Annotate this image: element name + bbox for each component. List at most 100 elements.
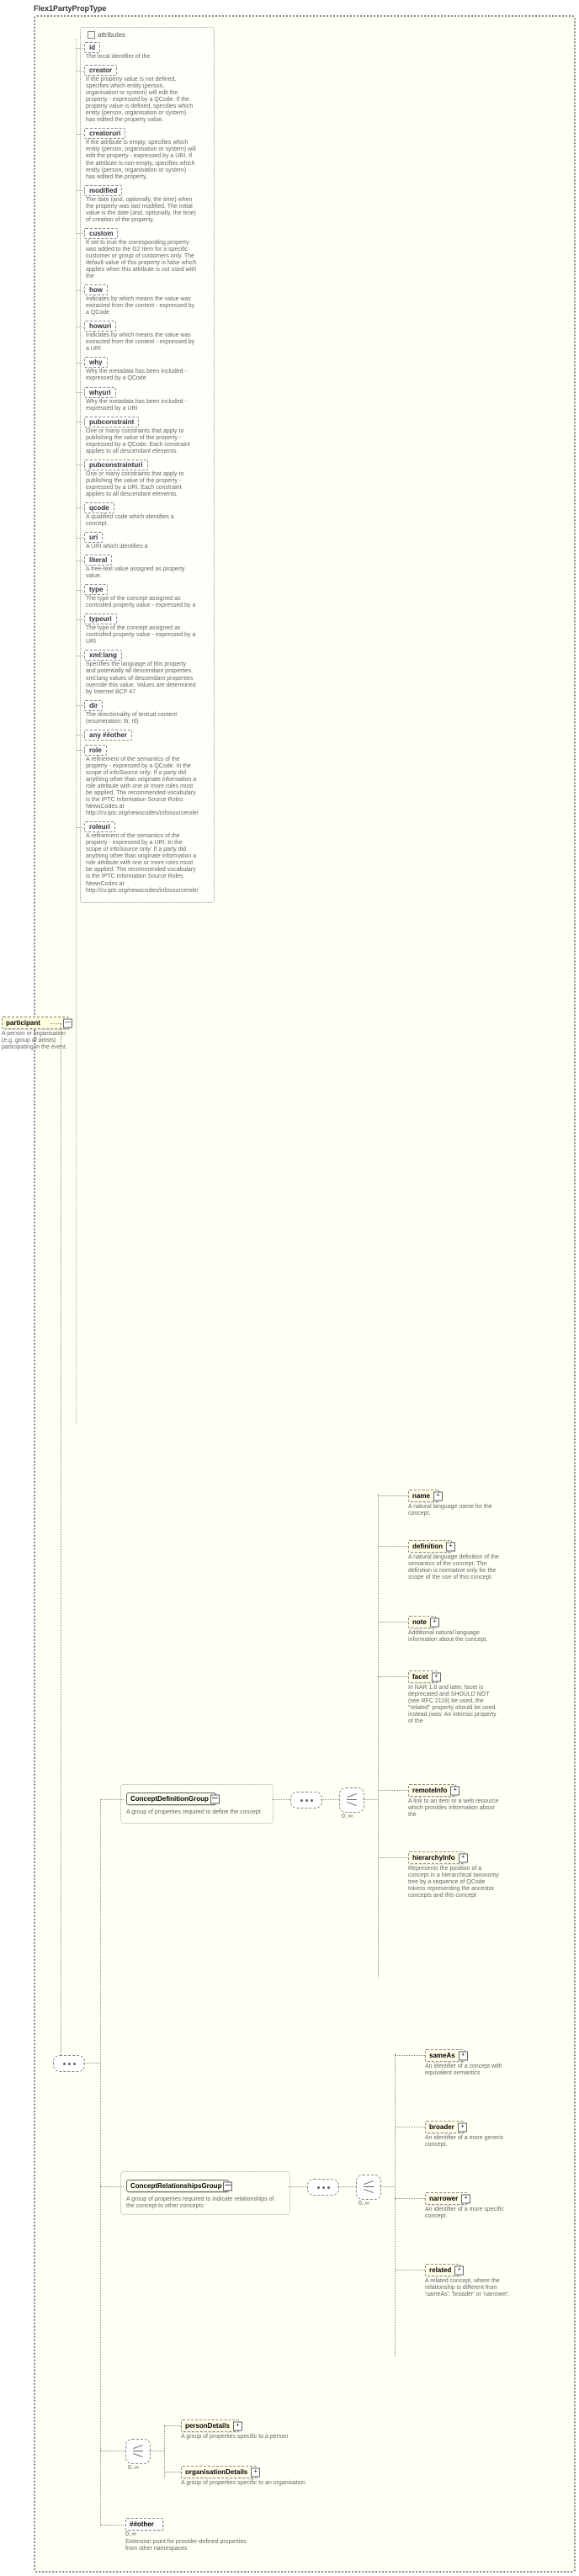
child-element[interactable]: name+ A natural language name for the co…	[408, 1490, 501, 1517]
root-element-label: participant	[6, 1019, 40, 1027]
attribute-name[interactable]: creatoruri	[84, 128, 125, 139]
occurrence: 0..∞	[342, 1814, 353, 1819]
attribute-desc: Why the metadata has been included - exp…	[86, 369, 197, 382]
attribute-name[interactable]: why	[84, 357, 108, 368]
child-element[interactable]: broader+ An identifier of a more generic…	[425, 2121, 518, 2148]
element-desc: Represents the position of a concept in …	[408, 1866, 501, 1899]
element-desc: An identifier of a concept with equivale…	[425, 2063, 518, 2077]
element-desc: A natural language definition of the sem…	[408, 1554, 501, 1581]
connector	[289, 2186, 307, 2187]
connector	[395, 2053, 396, 2356]
attribute-item: creatoruri If the attribute is empty, sp…	[84, 128, 210, 180]
group-desc: A group of properties required to indica…	[126, 2196, 278, 2210]
attribute-name[interactable]: whyuri	[84, 387, 116, 398]
attribute-name[interactable]: custom	[84, 228, 118, 239]
connector	[378, 1495, 408, 1496]
attribute-desc: Why the metadata has been included - exp…	[86, 399, 197, 412]
attribute-name[interactable]: any ##other	[84, 730, 132, 741]
connector	[321, 1799, 339, 1800]
attribute-desc: A free-text value assigned as property v…	[86, 566, 197, 580]
attribute-desc: One or many constraints that apply to pu…	[86, 428, 197, 455]
expand-icon[interactable]: +	[461, 2194, 470, 2203]
element-desc: An identifier of a more specific concept…	[425, 2207, 518, 2220]
attribute-name[interactable]: how	[84, 284, 108, 295]
collapse-icon[interactable]: —	[210, 1794, 220, 1803]
attribute-name[interactable]: role	[84, 745, 107, 756]
connector	[100, 1799, 101, 2525]
attribute-name[interactable]: type	[84, 584, 108, 595]
attribute-item: xml:lang Specifies the language of this …	[84, 650, 210, 695]
attribute-name[interactable]: dir	[84, 700, 103, 711]
element-label: narrower	[429, 2195, 458, 2202]
attribute-desc: If the property value is not defined, sp…	[86, 77, 197, 124]
attribute-desc: The type of the concept assigned as cont…	[86, 625, 197, 645]
expand-icon[interactable]: +	[251, 2467, 260, 2477]
connector	[378, 1494, 379, 1978]
attribute-name[interactable]: xml:lang	[84, 650, 122, 661]
collapse-icon[interactable]: —	[223, 2181, 232, 2191]
collapse-icon[interactable]: —	[63, 1018, 72, 1028]
expand-icon[interactable]: +	[458, 2122, 467, 2132]
element-desc: A group of properties specific to an org…	[181, 2480, 307, 2487]
child-element[interactable]: sameAs+ An identifier of a concept with …	[425, 2049, 518, 2077]
attribute-name[interactable]: pubconstrainturi	[84, 459, 148, 470]
connector	[363, 1799, 378, 1800]
type-title: Flex1PartyPropType	[34, 4, 106, 13]
connector	[378, 1857, 408, 1858]
concept-definition-group[interactable]: ConceptDefinitionGroup —	[126, 1793, 216, 1805]
expand-icon[interactable]: +	[446, 1542, 455, 1551]
attribute-desc: A URI which identifies a	[86, 544, 197, 550]
attribute-name[interactable]: modified	[84, 185, 122, 196]
child-element[interactable]: definition+ A natural language definitio…	[408, 1540, 501, 1581]
child-element[interactable]: related+ A related concept, where the re…	[425, 2264, 518, 2298]
attribute-name[interactable]: roleuri	[84, 821, 115, 832]
attribute-item: typeuri The type of the concept assigned…	[84, 613, 210, 645]
child-element[interactable]: note+ Additional natural language inform…	[408, 1616, 501, 1644]
attribute-name[interactable]: howuri	[84, 321, 116, 332]
connector	[164, 2425, 165, 2478]
attribute-name[interactable]: literal	[84, 555, 112, 566]
child-element[interactable]: remoteInfo+ A link to an item or a web r…	[408, 1784, 501, 1819]
occurrence: 0..∞	[359, 2201, 369, 2207]
expand-icon[interactable]: +	[233, 2421, 242, 2430]
attribute-name[interactable]: pubconstraint	[84, 417, 139, 428]
child-element[interactable]: narrower+ An identifier of a more specif…	[425, 2192, 518, 2220]
expand-icon[interactable]: +	[433, 1491, 443, 1500]
element-label: personDetails	[185, 2422, 230, 2430]
expand-icon[interactable]: +	[459, 2051, 468, 2060]
attribute-desc: A refinement of the semantics of the pro…	[86, 833, 197, 894]
connector	[378, 1546, 408, 1547]
child-element[interactable]: personDetails+ A group of properties spe…	[181, 2419, 307, 2441]
attribute-desc: Indicates by which means the value was e…	[86, 296, 197, 316]
attribute-desc: The local identifier of the	[86, 54, 197, 61]
expand-icon[interactable]: +	[432, 1672, 441, 1681]
attribute-name[interactable]: creator	[84, 65, 117, 76]
attribute-name[interactable]: qcode	[84, 502, 114, 513]
attribute-item: qcode A qualified code which identifies …	[84, 502, 210, 528]
attribute-desc: One or many constraints that apply to pu…	[86, 471, 197, 498]
child-element[interactable]: organisationDetails+ A group of properti…	[181, 2466, 307, 2487]
attribute-desc: Indicates by which means the value was e…	[86, 332, 197, 353]
connector	[337, 2186, 356, 2187]
expand-icon[interactable]: +	[450, 1786, 459, 1795]
attribute-name[interactable]: uri	[84, 532, 103, 543]
child-element[interactable]: hierarchyInfo+ Represents the position o…	[408, 1851, 501, 1899]
concept-relationships-group[interactable]: ConceptRelationshipsGroup —	[126, 2180, 229, 2192]
attribute-item: type The type of the concept assigned as…	[84, 584, 210, 609]
connector	[395, 2198, 425, 2199]
connector	[395, 2055, 425, 2056]
expand-icon[interactable]: +	[454, 2265, 464, 2275]
attribute-name[interactable]: typeuri	[84, 613, 117, 624]
attribute-item: literal A free-text value assigned as pr…	[84, 555, 210, 580]
attribute-desc: A qualified code which identifies a conc…	[86, 514, 197, 528]
attribute-name[interactable]: id	[84, 42, 100, 53]
element-label: related	[429, 2266, 451, 2274]
element-desc: An identifier of a more generic concept.	[425, 2135, 518, 2148]
any-other-element[interactable]: ##other 0..∞ Extension point for provide…	[125, 2518, 252, 2552]
element-label: name	[412, 1492, 430, 1500]
child-element[interactable]: facet+ In NAR 1.8 and later, facet is de…	[408, 1670, 501, 1725]
expand-icon[interactable]: +	[430, 1617, 439, 1627]
expand-icon[interactable]: +	[459, 1853, 468, 1862]
attributes-frame: attributes id The local identifier of th…	[80, 27, 215, 903]
root-element[interactable]: participant — A person or organisation (…	[2, 1017, 69, 1051]
